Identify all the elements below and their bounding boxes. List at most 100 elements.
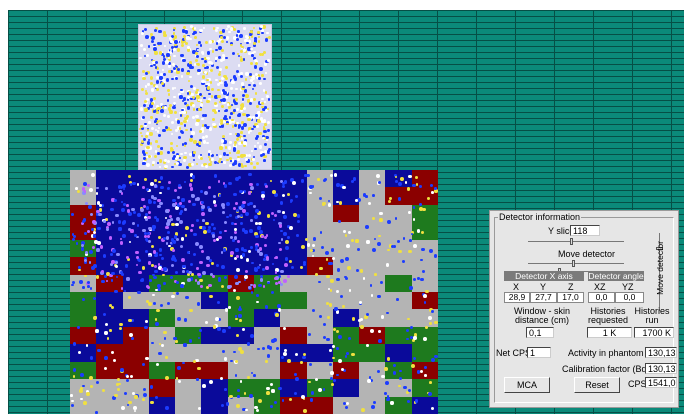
voxel-block xyxy=(306,361,334,380)
particle-dot xyxy=(212,122,216,127)
voxel-block xyxy=(332,344,360,363)
y-slice-slider[interactable] xyxy=(528,238,624,245)
window-skin-input[interactable]: 0,1 xyxy=(526,327,554,338)
particle-dot xyxy=(166,99,170,103)
particle-dot xyxy=(198,40,201,44)
voxel-block xyxy=(96,344,124,363)
reset-button[interactable]: Reset xyxy=(574,377,620,393)
voxel-block xyxy=(306,257,334,276)
particle-dot xyxy=(240,164,244,168)
particle-dot xyxy=(239,106,243,110)
particle-dot xyxy=(184,151,187,155)
voxel-block xyxy=(148,170,176,188)
particle-dot xyxy=(155,108,159,111)
voxel-block xyxy=(385,326,413,345)
particle-dot xyxy=(208,40,213,44)
particle-dot xyxy=(266,128,271,133)
mca-button[interactable]: MCA xyxy=(504,377,550,393)
detector-y-value[interactable]: 27,7 xyxy=(530,292,557,303)
particle-dot xyxy=(182,58,186,63)
y-slice-input[interactable]: 118 xyxy=(570,225,600,236)
particle-dot xyxy=(162,113,166,118)
particle-dot xyxy=(262,136,265,139)
particle-dot xyxy=(181,143,184,146)
col-xz-label: XZ xyxy=(594,282,606,292)
particle-dot xyxy=(252,97,257,102)
particle-dot xyxy=(147,83,150,86)
voxel-block xyxy=(411,187,438,206)
particle-dot xyxy=(139,131,143,135)
voxel-block xyxy=(70,326,97,345)
detector-x-axis-header: Detector X axis xyxy=(504,271,584,281)
particle-dot xyxy=(195,43,199,47)
detector-x-value[interactable]: 28,9 xyxy=(504,292,530,303)
voxel-block xyxy=(96,396,124,414)
particle-dot xyxy=(255,124,260,129)
particle-dot xyxy=(150,64,153,68)
voxel-block xyxy=(254,361,281,380)
voxel-block xyxy=(280,170,308,188)
particle-dot xyxy=(240,130,243,134)
col-yz-label: YZ xyxy=(622,282,634,292)
detector-z-value[interactable]: 17,0 xyxy=(557,292,584,303)
particle-dot xyxy=(253,50,256,54)
voxel-block xyxy=(306,396,334,414)
particle-dot xyxy=(170,147,173,150)
particle-dot xyxy=(158,134,161,137)
voxel-block xyxy=(175,204,202,223)
particle-dot xyxy=(255,161,260,166)
particle-dot xyxy=(250,149,253,153)
particle-dot xyxy=(191,131,195,135)
particle-dot xyxy=(254,166,257,169)
particle-dot xyxy=(226,158,229,161)
particle-dot xyxy=(232,81,236,85)
voxel-block xyxy=(332,292,360,310)
detector-yz-value[interactable]: 0,0 xyxy=(615,292,644,303)
voxel-block xyxy=(201,239,229,258)
particle-dot xyxy=(249,33,252,36)
detector-xz-value[interactable]: 0,0 xyxy=(588,292,615,303)
particle-dot xyxy=(149,132,153,136)
slider-thumb[interactable] xyxy=(572,260,575,267)
voxel-block xyxy=(385,292,413,310)
particle-dot xyxy=(154,51,158,55)
particle-dot xyxy=(264,38,268,42)
cps-label: CPS xyxy=(628,379,647,389)
voxel-block xyxy=(70,274,97,293)
voxel-block xyxy=(332,309,360,328)
particle-dot xyxy=(263,159,266,162)
particle-dot xyxy=(223,91,227,95)
voxel-block xyxy=(227,292,255,310)
voxel-block xyxy=(359,257,386,276)
activity-input[interactable]: 130,13 xyxy=(645,347,677,358)
voxel-block xyxy=(175,222,202,241)
particle-dot xyxy=(177,136,181,140)
voxel-block xyxy=(280,187,308,206)
particle-dot xyxy=(189,37,192,41)
particle-dot xyxy=(266,107,270,111)
particle-dot xyxy=(225,40,229,44)
voxel-block xyxy=(411,309,438,328)
particle-dot xyxy=(143,48,147,52)
particle-dot xyxy=(171,165,175,169)
particle-dot xyxy=(161,68,165,72)
particle-dot xyxy=(228,151,231,155)
particle-dot xyxy=(139,143,143,147)
voxel-block xyxy=(70,396,97,414)
voxel-block xyxy=(359,379,386,398)
voxel-block xyxy=(122,274,150,293)
histories-requested-input[interactable]: 1 K xyxy=(587,327,632,338)
particle-dot xyxy=(189,138,193,142)
particle-dot xyxy=(195,162,198,166)
particle-dot xyxy=(233,28,236,31)
particle-dot xyxy=(186,91,190,95)
particle-dot xyxy=(169,128,172,132)
move-detector-slider-x[interactable] xyxy=(528,260,624,267)
particle-dot xyxy=(156,71,159,74)
voxel-block xyxy=(359,309,386,328)
particle-dot xyxy=(202,26,206,29)
phantom-body-slice xyxy=(70,170,438,414)
calibration-input[interactable]: 130,13 xyxy=(645,363,677,374)
particle-dot xyxy=(183,111,186,114)
slider-thumb[interactable] xyxy=(570,238,573,245)
